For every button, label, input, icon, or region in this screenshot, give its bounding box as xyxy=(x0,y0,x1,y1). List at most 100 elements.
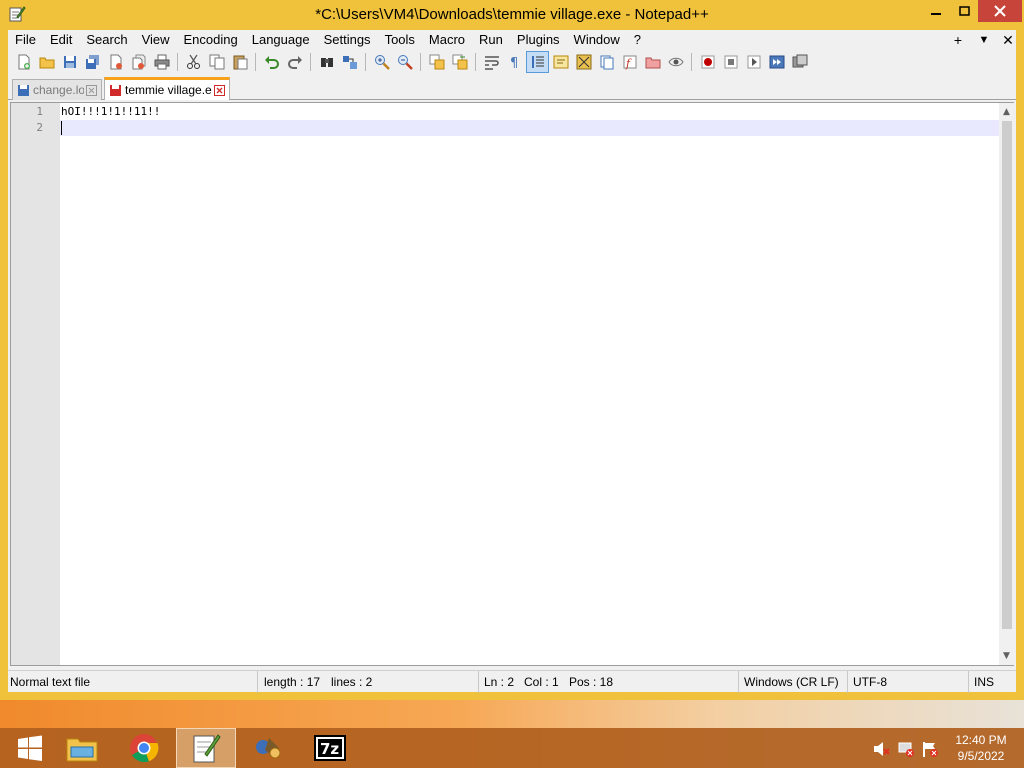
status-column: Col : 1 xyxy=(524,675,559,689)
close-document-button[interactable]: ✕ xyxy=(998,30,1018,50)
indent-guide-button[interactable] xyxy=(526,51,549,73)
sync-vertical-button[interactable] xyxy=(425,51,448,73)
taskbar-chrome[interactable] xyxy=(114,728,174,768)
tab-close-icon[interactable] xyxy=(214,84,225,96)
taskbar-tool-app[interactable] xyxy=(238,728,298,768)
current-line-highlight xyxy=(60,120,1000,136)
word-wrap-button[interactable] xyxy=(480,51,503,73)
show-all-chars-button[interactable]: ¶ xyxy=(503,51,526,73)
menu-view[interactable]: View xyxy=(135,30,177,50)
menu-settings[interactable]: Settings xyxy=(317,30,378,50)
save-all-button[interactable] xyxy=(81,51,104,73)
zoom-out-button[interactable] xyxy=(393,51,416,73)
menu-search[interactable]: Search xyxy=(79,30,134,50)
menu-plugins[interactable]: Plugins xyxy=(510,30,567,50)
play-macro-button[interactable] xyxy=(742,51,765,73)
redo-button[interactable] xyxy=(283,51,306,73)
status-file-type: Normal text file xyxy=(8,671,258,693)
tab-list-button[interactable]: ▼ xyxy=(974,30,994,50)
svg-text:7z: 7z xyxy=(320,740,339,758)
close-all-button[interactable] xyxy=(127,51,150,73)
tab-change-log[interactable]: change.log xyxy=(12,79,102,100)
window-title: *C:\Users\VM4\Downloads\temmie village.e… xyxy=(315,6,709,23)
folder-workspace-button[interactable] xyxy=(641,51,664,73)
volume-muted-icon[interactable] xyxy=(872,740,890,758)
function-list-button[interactable]: f xyxy=(618,51,641,73)
start-button[interactable] xyxy=(0,728,60,768)
paste-button[interactable] xyxy=(228,51,251,73)
save-all-icon xyxy=(85,55,99,69)
play-icon xyxy=(747,55,760,69)
line-number: 1 xyxy=(36,105,43,118)
save-macro-button[interactable] xyxy=(788,51,811,73)
save-button[interactable] xyxy=(58,51,81,73)
menu-language[interactable]: Language xyxy=(245,30,317,50)
doc-list-button[interactable] xyxy=(595,51,618,73)
run-macro-multiple-button[interactable] xyxy=(765,51,788,73)
sync-horizontal-button[interactable] xyxy=(448,51,471,73)
action-center-flag-icon[interactable] xyxy=(921,740,939,758)
menu-run[interactable]: Run xyxy=(472,30,510,50)
status-eol[interactable]: Windows (CR LF) xyxy=(742,671,848,693)
user-language-button[interactable] xyxy=(549,51,572,73)
taskbar-file-explorer[interactable] xyxy=(52,728,112,768)
folder-icon xyxy=(66,738,98,762)
minimize-button[interactable] xyxy=(922,0,950,22)
toolbar: ¶ f xyxy=(8,50,1016,74)
stop-icon xyxy=(724,55,737,69)
text-caret xyxy=(61,121,62,135)
doc-map-button[interactable] xyxy=(572,51,595,73)
print-button[interactable] xyxy=(150,51,173,73)
new-file-icon xyxy=(18,54,30,70)
close-window-button[interactable] xyxy=(978,0,1022,22)
menu-encoding[interactable]: Encoding xyxy=(177,30,245,50)
minimize-icon xyxy=(931,13,941,15)
open-file-button[interactable] xyxy=(35,51,58,73)
record-macro-button[interactable] xyxy=(696,51,719,73)
maximize-button[interactable] xyxy=(950,0,978,22)
toolbar-separator xyxy=(420,53,421,71)
save-icon xyxy=(63,56,76,68)
cut-button[interactable] xyxy=(182,51,205,73)
undo-button[interactable] xyxy=(260,51,283,73)
toolbar-separator xyxy=(691,53,692,71)
status-insert-mode[interactable]: INS xyxy=(972,671,1006,693)
new-file-button[interactable] xyxy=(12,51,35,73)
scrollbar-thumb[interactable] xyxy=(1002,121,1012,629)
copy-button[interactable] xyxy=(205,51,228,73)
scroll-down-icon[interactable]: ▼ xyxy=(999,648,1014,664)
menu-tools[interactable]: Tools xyxy=(378,30,422,50)
tab-close-icon[interactable] xyxy=(86,84,97,96)
scroll-up-icon[interactable]: ▲ xyxy=(999,104,1014,120)
folder-workspace-icon xyxy=(645,57,660,69)
status-encoding[interactable]: UTF-8 xyxy=(851,671,969,693)
close-file-button[interactable] xyxy=(104,51,127,73)
taskbar-notepad-plus-plus[interactable] xyxy=(176,728,236,768)
monitoring-button[interactable] xyxy=(664,51,687,73)
code-line[interactable]: hOI!!!1!1!!11!! xyxy=(61,104,160,120)
title-bar[interactable]: *C:\Users\VM4\Downloads\temmie village.e… xyxy=(0,0,1024,30)
system-clock[interactable]: 12:40 PM 9/5/2022 xyxy=(946,732,1016,764)
menu-help[interactable]: ? xyxy=(627,30,648,50)
find-button[interactable] xyxy=(315,51,338,73)
word-wrap-icon xyxy=(484,56,499,70)
clock-date: 9/5/2022 xyxy=(957,749,1005,763)
paste-icon xyxy=(233,55,247,70)
new-tab-button[interactable]: + xyxy=(948,30,968,50)
stop-macro-button[interactable] xyxy=(719,51,742,73)
vertical-scrollbar[interactable]: ▲ ▼ xyxy=(999,103,1014,665)
menu-window[interactable]: Window xyxy=(567,30,627,50)
text-editor[interactable]: 1 2 hOI!!!1!1!!11!! ▲ ▼ xyxy=(10,102,1014,666)
replace-button[interactable] xyxy=(338,51,361,73)
menu-file[interactable]: File xyxy=(8,30,43,50)
zoom-in-button[interactable] xyxy=(370,51,393,73)
menu-macro[interactable]: Macro xyxy=(422,30,472,50)
tab-temmie-village[interactable]: temmie village.exe xyxy=(104,77,230,100)
code-area[interactable]: hOI!!!1!1!!11!! xyxy=(60,103,1000,665)
menu-edit[interactable]: Edit xyxy=(43,30,79,50)
taskbar-7zip[interactable]: 7z xyxy=(300,728,360,768)
copy-icon xyxy=(209,54,224,70)
network-warning-icon[interactable] xyxy=(897,740,915,758)
undo-icon xyxy=(264,56,279,69)
close-file-icon xyxy=(110,54,122,70)
